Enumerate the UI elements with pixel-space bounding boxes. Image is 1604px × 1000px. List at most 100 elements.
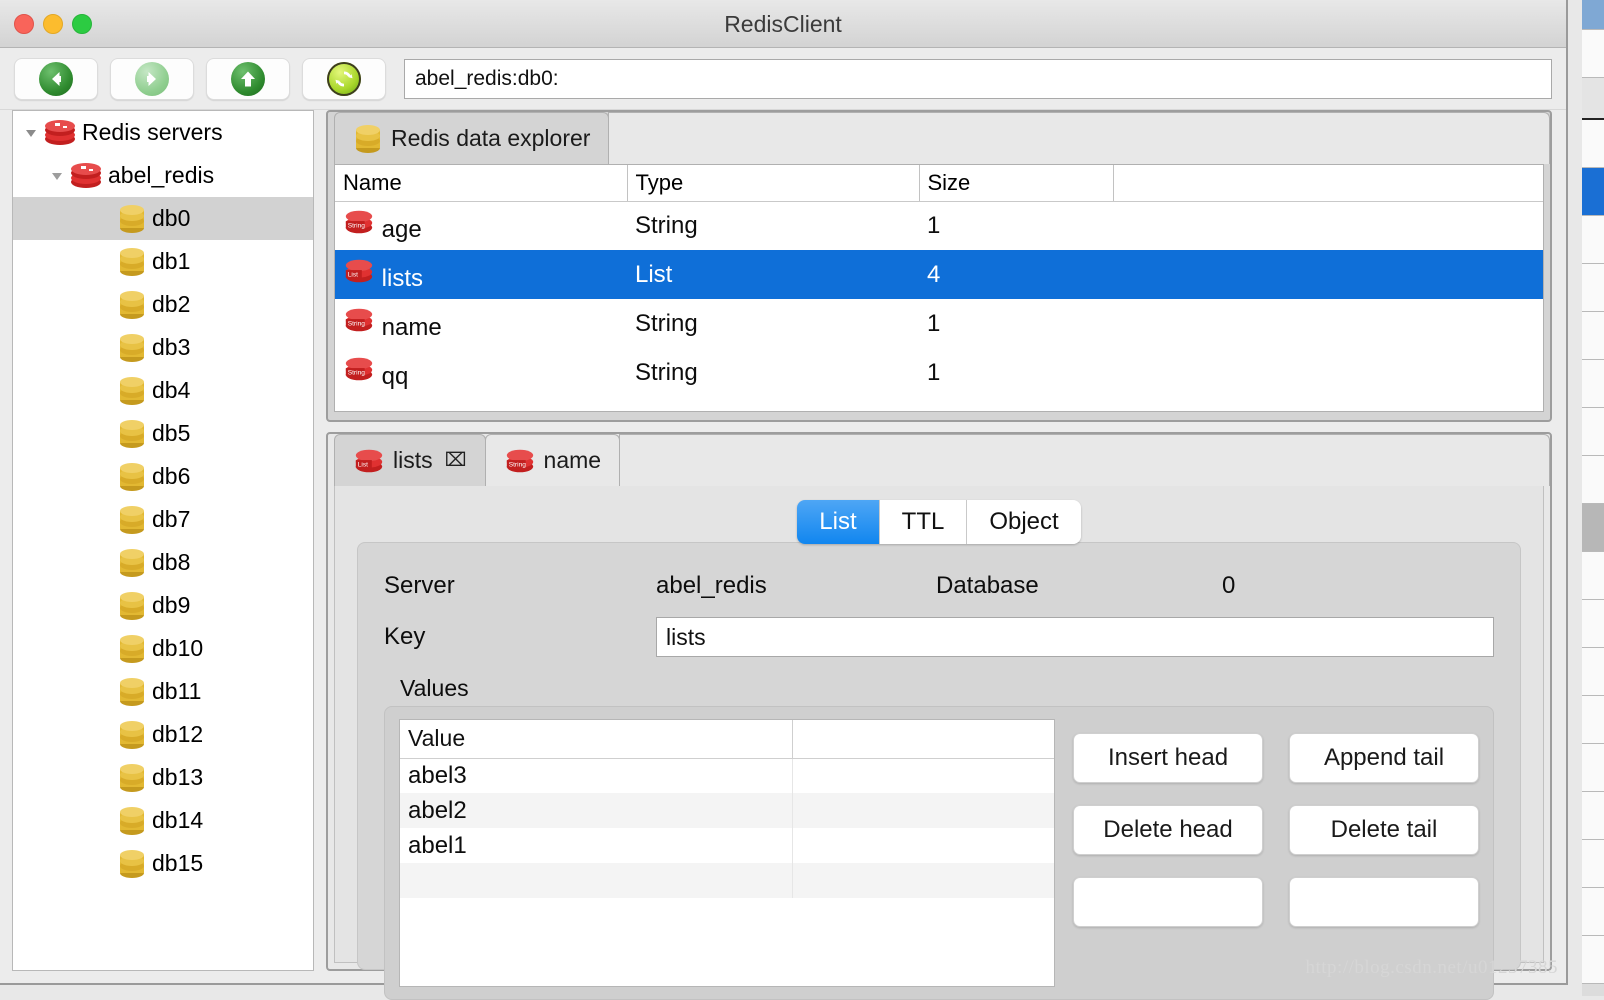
sidebar-item-label: db3: [152, 334, 191, 360]
sidebar-item-label: db0: [152, 205, 191, 231]
table-row[interactable]: String qq String 1: [335, 348, 1543, 397]
delete-tail-button[interactable]: Delete tail: [1289, 805, 1479, 855]
key-input[interactable]: lists: [656, 617, 1494, 657]
segment-list[interactable]: List: [797, 500, 880, 544]
chevron-down-icon[interactable]: [45, 168, 69, 184]
address-bar[interactable]: abel_redis:db0:: [404, 58, 1552, 99]
database-icon: [120, 419, 144, 448]
list-item[interactable]: abel3: [400, 758, 1054, 793]
refresh-button[interactable]: [302, 57, 386, 100]
tab-lists[interactable]: List lists ⌧: [334, 434, 486, 486]
list-item[interactable]: abel2: [400, 793, 1054, 828]
window-title: RedisClient: [724, 11, 842, 37]
sidebar-item-db1[interactable]: db1: [13, 240, 313, 283]
list-item-empty[interactable]: [400, 863, 1054, 898]
background-window-row: [1582, 552, 1604, 600]
chevron-down-icon[interactable]: [19, 125, 43, 141]
sidebar-item-db4[interactable]: db4: [13, 369, 313, 412]
database-icon: [120, 333, 144, 362]
key-row: Key lists: [384, 613, 1494, 661]
key-name: age: [381, 216, 422, 244]
sidebar-item-db2[interactable]: db2: [13, 283, 313, 326]
table-row[interactable]: List lists List 4: [335, 250, 1543, 299]
insert-head-button[interactable]: Insert head: [1073, 733, 1263, 783]
sidebar-item-label: db8: [152, 549, 191, 575]
background-window-header: [1582, 78, 1604, 120]
close-icon[interactable]: ⌧: [445, 449, 467, 472]
cell-type: String: [635, 309, 698, 337]
tab-name[interactable]: String name: [484, 434, 621, 486]
values-group: Values Value abel3 abel2 abel1 Insert he…: [384, 675, 1494, 1000]
sidebar-item-label: abel_redis: [108, 162, 215, 188]
view-mode-switcher[interactable]: List TTL Object: [797, 500, 1081, 544]
value-cell: abel3: [408, 761, 467, 789]
table-row[interactable]: String age String 1: [335, 201, 1543, 250]
database-label: Database: [936, 572, 1039, 599]
sidebar-item-db7[interactable]: db7: [13, 498, 313, 541]
cell-type: String: [635, 211, 698, 239]
database-icon: [356, 124, 380, 153]
value-blank-cell: [791, 828, 1054, 863]
redis-string-icon: String: [345, 210, 373, 234]
redis-list-icon: List: [345, 259, 373, 283]
tab-redis-data-explorer[interactable]: Redis data explorer: [334, 112, 610, 164]
sidebar-item-redis-servers[interactable]: Redis servers: [13, 111, 313, 154]
values-table[interactable]: Value abel3 abel2 abel1: [399, 719, 1055, 987]
sidebar-item-abel-redis[interactable]: abel_redis: [13, 154, 313, 197]
sidebar-item-db3[interactable]: db3: [13, 326, 313, 369]
column-header-size[interactable]: Size: [918, 165, 1113, 202]
sidebar-item-db10[interactable]: db10: [13, 627, 313, 670]
sidebar-item-label: db6: [152, 463, 191, 489]
segment-object[interactable]: Object: [967, 500, 1081, 544]
sidebar-item-db0[interactable]: db0: [13, 197, 313, 240]
up-button[interactable]: [206, 57, 290, 100]
values-legend: Values: [400, 675, 469, 701]
column-header-blank[interactable]: [791, 720, 1054, 759]
sidebar-item-db11[interactable]: db11: [13, 670, 313, 713]
sidebar-item-label: db13: [152, 764, 204, 790]
server-tree[interactable]: Redis servers abel_redis db0 db1 db2 db3…: [12, 110, 314, 971]
tab-label: Redis data explorer: [391, 125, 591, 151]
column-header-value[interactable]: Value: [400, 720, 792, 759]
table-row[interactable]: String name String 1: [335, 299, 1543, 348]
back-button[interactable]: [14, 57, 98, 100]
database-icon: [120, 720, 144, 749]
watermark: http://blog.csdn.net/u01237385: [1305, 957, 1558, 978]
database-icon: [120, 849, 144, 878]
redis-list-icon: List: [355, 449, 383, 472]
sidebar-item-db14[interactable]: db14: [13, 799, 313, 842]
key-name: qq: [381, 363, 409, 390]
key-input-value: lists: [666, 623, 706, 650]
database-icon: [120, 634, 144, 663]
main-body: Redis servers abel_redis db0 db1 db2 db3…: [0, 110, 1566, 1000]
svg-text:String: String: [348, 370, 366, 377]
column-header-name[interactable]: Name: [335, 165, 627, 202]
sidebar-item-label: db4: [152, 377, 191, 403]
sidebar-item-db9[interactable]: db9: [13, 584, 313, 627]
extra-action-button-right[interactable]: [1289, 877, 1479, 927]
sidebar-item-db12[interactable]: db12: [13, 713, 313, 756]
column-header-type[interactable]: Type: [626, 165, 919, 202]
extra-action-button-left[interactable]: [1073, 877, 1263, 927]
segment-ttl[interactable]: TTL: [879, 500, 968, 544]
redis-cube-icon: [71, 162, 101, 188]
append-tail-button[interactable]: Append tail: [1289, 733, 1479, 783]
forward-button[interactable]: [110, 57, 194, 100]
sidebar-item-label: db15: [152, 850, 204, 876]
sidebar-item-db6[interactable]: db6: [13, 455, 313, 498]
redis-data-explorer-panel: Redis data explorer Name Type Size Strin…: [326, 110, 1552, 422]
sidebar-item-db8[interactable]: db8: [13, 541, 313, 584]
sidebar-item-db15[interactable]: db15: [13, 842, 313, 885]
delete-head-button[interactable]: Delete head: [1073, 805, 1263, 855]
sidebar-item-label: db5: [152, 420, 191, 446]
values-box: Value abel3 abel2 abel1 Insert head Appe…: [384, 706, 1494, 1000]
sidebar-item-label: db14: [152, 807, 204, 833]
column-header-blank[interactable]: [1112, 165, 1543, 202]
sidebar-item-db5[interactable]: db5: [13, 412, 313, 455]
explorer-grid: Name Type Size String age String 1 List …: [335, 165, 1543, 397]
svg-text:String: String: [348, 321, 366, 328]
list-item[interactable]: abel1: [400, 828, 1054, 863]
sidebar-item-db13[interactable]: db13: [13, 756, 313, 799]
explorer-table[interactable]: Name Type Size String age String 1 List …: [334, 164, 1544, 412]
key-label: Key: [384, 623, 426, 650]
